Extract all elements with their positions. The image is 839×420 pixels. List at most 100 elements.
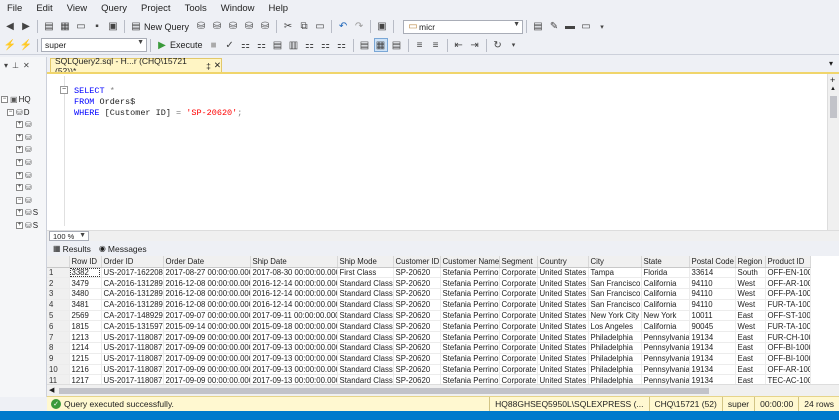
table-cell[interactable]: OFF-AR-10003 [765, 277, 811, 290]
table-cell[interactable]: Standard Class [337, 374, 394, 384]
table-cell[interactable]: East [735, 331, 766, 344]
table-cell[interactable]: SP-20620 [393, 299, 441, 311]
table-cell[interactable]: Pennsylvania [641, 374, 690, 384]
column-header[interactable]: Postal Code [689, 256, 736, 268]
table-cell[interactable]: FUR-CH-10004 [765, 331, 811, 344]
table-cell[interactable]: OFF-EN-10004 [765, 267, 811, 279]
analysis-query-icon[interactable]: ⛁ [210, 20, 224, 34]
table-cell[interactable]: 2016-12-08 00:00:00.000 [163, 299, 251, 311]
column-header[interactable]: Customer ID [393, 256, 441, 268]
table-cell[interactable]: 2016-12-14 00:00:00.000 [250, 288, 338, 300]
table-cell[interactable]: United States [537, 364, 589, 376]
table-cell[interactable]: 2015-09-14 00:00:00.000 [163, 320, 251, 333]
intellisense-icon[interactable]: ▥ [287, 38, 301, 52]
table-cell[interactable]: 90045 [689, 320, 736, 333]
expand-icon[interactable]: + [16, 209, 23, 217]
include-plan-icon[interactable]: ⚏ [303, 38, 317, 52]
save-all-icon[interactable]: ▣ [106, 20, 120, 34]
column-header[interactable]: City [588, 256, 642, 268]
table-cell[interactable]: Corporate [499, 267, 538, 279]
table-cell[interactable]: 1815 [69, 320, 102, 333]
scroll-up-icon[interactable]: ▲ [830, 86, 836, 92]
table-cell[interactable]: 19134 [689, 353, 736, 365]
table-cell[interactable]: 10011 [689, 310, 736, 322]
table-cell[interactable]: Stefania Perrino [440, 374, 500, 384]
toolbox-icon[interactable]: ▬ [563, 20, 577, 34]
save-icon[interactable]: ▪ [90, 20, 104, 34]
table-cell[interactable]: US-2017-118087 [101, 364, 164, 376]
table-cell[interactable]: 19134 [689, 342, 736, 354]
table-row[interactable]: 9 1215 US-2017-118087 2017-09-09 00:00:00.0… [47, 353, 811, 365]
table-row[interactable]: 7 1213 US-2017-118087 2017-09-09 00:00:00.0… [47, 331, 811, 344]
query-designer-icon[interactable]: ⚏ [255, 38, 269, 52]
expand-icon[interactable]: + [16, 222, 23, 229]
table-cell[interactable]: Corporate [499, 288, 538, 300]
expand-icon[interactable]: + [16, 121, 23, 129]
tree-node[interactable]: + ⛁ [16, 145, 33, 154]
toolbar-options-icon[interactable]: ▾ [507, 38, 521, 52]
table-cell[interactable]: US-2017-118087 [101, 331, 164, 344]
table-cell[interactable]: SP-20620 [393, 320, 441, 333]
table-cell[interactable]: 2017-09-09 00:00:00.000 [163, 353, 251, 365]
table-cell[interactable]: 2017-09-09 00:00:00.000 [163, 374, 251, 384]
table-cell[interactable]: US-2017-118087 [101, 353, 164, 365]
table-row[interactable]: 2 3479 CA-2016-131289 2016-12-08 00:00:00.0… [47, 277, 811, 290]
menu-item-edit[interactable]: Edit [29, 3, 59, 14]
table-cell[interactable]: Stefania Perrino [440, 288, 500, 300]
column-header[interactable]: Country [537, 256, 589, 268]
window-layout-icon[interactable]: ▭ [579, 20, 593, 34]
column-header[interactable]: Product ID [765, 256, 811, 268]
collapse-icon[interactable]: − [7, 108, 14, 116]
comment-icon[interactable]: ≡ [413, 38, 427, 52]
table-cell[interactable]: United States [537, 374, 589, 384]
table-cell[interactable]: Standard Class [337, 342, 394, 354]
table-cell[interactable]: 3481 [69, 299, 102, 311]
table-cell[interactable]: Philadelphia [588, 364, 642, 376]
column-header[interactable] [47, 256, 70, 268]
find-combobox[interactable]: ▭ micr ▼ [403, 19, 524, 34]
toolbar-options-icon[interactable]: ▾ [595, 20, 609, 34]
change-connection-icon[interactable]: ⚡ [19, 38, 33, 52]
table-cell[interactable]: 19134 [689, 374, 736, 384]
table-cell[interactable]: CA-2016-131289 [101, 299, 164, 311]
table-cell[interactable]: Corporate [499, 310, 538, 322]
menu-item-query[interactable]: Query [94, 3, 134, 14]
table-cell[interactable]: United States [537, 331, 589, 344]
table-cell[interactable]: SP-20620 [393, 288, 441, 300]
table-cell[interactable]: West [735, 277, 766, 290]
table-cell[interactable]: SP-20620 [393, 267, 441, 279]
tab-list-icon[interactable]: ▾ [829, 59, 833, 68]
table-cell[interactable]: 2017-08-30 00:00:00.000 [250, 267, 338, 279]
table-cell[interactable]: 2017-09-09 00:00:00.000 [163, 364, 251, 376]
menu-item-file[interactable]: File [0, 3, 29, 14]
table-cell[interactable]: East [735, 342, 766, 354]
table-cell[interactable]: 94110 [689, 288, 736, 300]
live-stats-icon[interactable]: ⚏ [319, 38, 333, 52]
tab-messages[interactable]: ◉ Messages [99, 244, 147, 254]
display-plan-icon[interactable]: ⚏ [239, 38, 253, 52]
table-cell[interactable]: 1215 [69, 353, 102, 365]
table-cell[interactable]: Corporate [499, 342, 538, 354]
table-cell[interactable]: Florida [641, 267, 690, 279]
table-cell[interactable]: 2017-09-13 00:00:00.000 [250, 342, 338, 354]
table-cell[interactable]: SP-20620 [393, 277, 441, 290]
table-cell[interactable]: West [735, 299, 766, 311]
table-cell[interactable]: Corporate [499, 353, 538, 365]
table-cell[interactable]: United States [537, 342, 589, 354]
table-cell[interactable]: US-2017-118087 [101, 374, 164, 384]
back-icon[interactable]: ◀ [3, 20, 17, 34]
table-cell[interactable]: Stefania Perrino [440, 342, 500, 354]
table-row[interactable]: 6 1815 CA-2015-131597 2015-09-14 00:00:00.0… [47, 320, 811, 333]
table-cell[interactable]: 1216 [69, 364, 102, 376]
table-cell[interactable]: 2016-12-08 00:00:00.000 [163, 288, 251, 300]
table-cell[interactable]: SP-20620 [393, 364, 441, 376]
tree-node[interactable]: + ⛁ [16, 133, 33, 142]
table-cell[interactable]: OFF-PA-10003 [765, 288, 811, 300]
table-cell[interactable]: 1213 [69, 331, 102, 344]
column-header[interactable]: Segment [499, 256, 538, 268]
table-cell[interactable]: OFF-ST-10003 [765, 310, 811, 322]
table-cell[interactable]: Stefania Perrino [440, 277, 500, 290]
table-cell[interactable]: Pennsylvania [641, 342, 690, 354]
table-cell[interactable]: West [735, 288, 766, 300]
table-cell[interactable]: Pennsylvania [641, 353, 690, 365]
